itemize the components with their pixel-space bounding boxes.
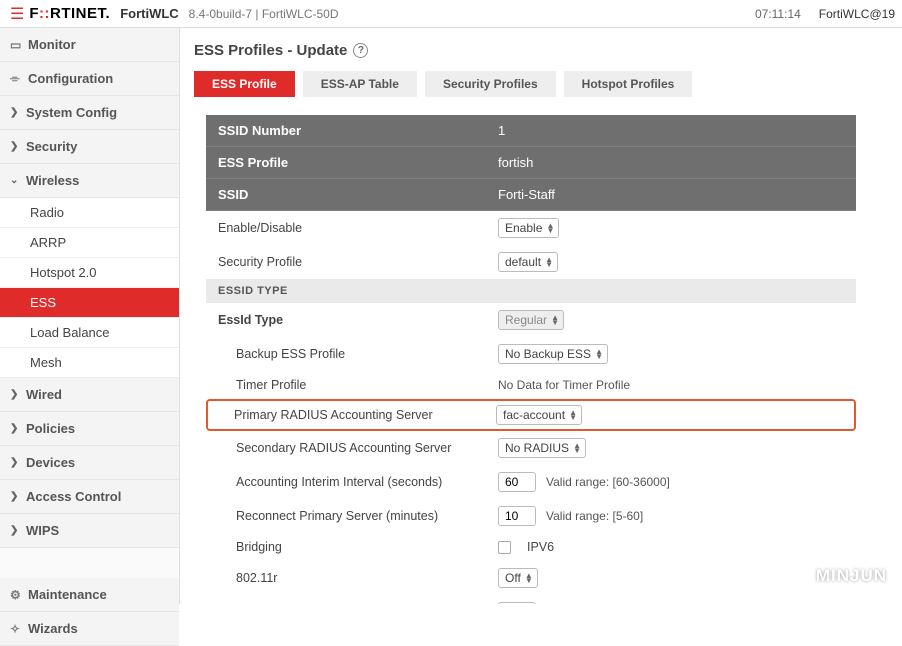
product-name: FortiWLC — [120, 6, 178, 21]
80211r-select[interactable]: Off▲▼ — [498, 568, 538, 588]
updown-icon: ▲▼ — [546, 223, 554, 233]
acct-interval-input[interactable] — [498, 472, 536, 492]
primary-radius-label: Primary RADIUS Accounting Server — [216, 408, 496, 422]
watermark-icon — [790, 566, 810, 586]
ssid-value: Forti-Staff — [498, 187, 844, 202]
chevron-right-icon: ❯ — [10, 525, 26, 536]
nav-wired[interactable]: ❯Wired — [0, 378, 179, 412]
nav-monitor[interactable]: ▭Monitor — [0, 28, 179, 62]
fortinet-logo: F::RTINET. — [29, 5, 110, 22]
essid-type-section: ESSID TYPE — [206, 279, 856, 303]
nav-radio[interactable]: Radio — [0, 198, 179, 228]
updown-icon: ▲▼ — [595, 349, 603, 359]
ess-profile-value: fortish — [498, 155, 844, 170]
gear-icon: ⚙ — [10, 588, 28, 602]
chevron-right-icon: ❯ — [10, 457, 26, 468]
nav-arrp[interactable]: ARRP — [0, 228, 179, 258]
chevron-right-icon: ❯ — [10, 389, 26, 400]
tabs: ESS Profile ESS-AP Table Security Profil… — [194, 71, 882, 97]
help-icon[interactable]: ? — [353, 43, 368, 58]
timer-profile-value: No Data for Timer Profile — [498, 378, 630, 392]
ipv6-checkbox[interactable] — [498, 541, 511, 554]
backup-ess-select[interactable]: No Backup ESS▲▼ — [498, 344, 608, 364]
nav-policies[interactable]: ❯Policies — [0, 412, 179, 446]
nav-wizards[interactable]: ✧Wizards — [0, 612, 179, 646]
enable-label: Enable/Disable — [218, 221, 498, 235]
chevron-down-icon: ⌄ — [10, 175, 26, 186]
wand-icon: ✧ — [10, 622, 28, 636]
watermark: MINJUN — [790, 566, 887, 586]
tab-hotspot-profiles[interactable]: Hotspot Profiles — [564, 71, 693, 97]
nav-hotspot20[interactable]: Hotspot 2.0 — [0, 258, 179, 288]
user-label: FortiWLC@19 — [819, 7, 895, 21]
80211r-label: 802.11r — [218, 571, 498, 585]
updown-icon: ▲▼ — [569, 410, 577, 420]
nav-access-control[interactable]: ❯Access Control — [0, 480, 179, 514]
topbar: ☰ F::RTINET. FortiWLC 8.4-0build-7 | For… — [0, 0, 902, 28]
tab-ess-profile[interactable]: ESS Profile — [194, 71, 295, 97]
backup-ess-label: Backup ESS Profile — [218, 347, 498, 361]
updown-icon: ▲▼ — [525, 573, 533, 583]
secondary-radius-label: Secondary RADIUS Accounting Server — [218, 441, 498, 455]
nav-system-config[interactable]: ❯System Config — [0, 96, 179, 130]
wifi-icon: ⌯ — [10, 71, 28, 86]
chevron-right-icon: ❯ — [10, 423, 26, 434]
primary-radius-row: Primary RADIUS Accounting Serverfac-acco… — [206, 399, 856, 431]
chevron-right-icon: ❯ — [10, 491, 26, 502]
nav-devices[interactable]: ❯Devices — [0, 446, 179, 480]
updown-icon: ▲▼ — [551, 315, 559, 325]
ess-profile-label: ESS Profile — [218, 155, 498, 170]
primary-radius-select[interactable]: fac-account▲▼ — [496, 405, 582, 425]
nav-wireless[interactable]: ⌄Wireless — [0, 164, 179, 198]
timer-profile-label: Timer Profile — [218, 378, 498, 392]
nav-configuration[interactable]: ⌯Configuration — [0, 62, 179, 96]
reconnect-label: Reconnect Primary Server (minutes) — [218, 509, 498, 523]
reconnect-input[interactable] — [498, 506, 536, 526]
chevron-right-icon: ❯ — [10, 107, 26, 118]
secondary-radius-select[interactable]: No RADIUS▲▼ — [498, 438, 586, 458]
essid-type-select: Regular▲▼ — [498, 310, 564, 330]
tab-ess-ap-table[interactable]: ESS-AP Table — [303, 71, 417, 97]
nav-load-balance[interactable]: Load Balance — [0, 318, 179, 348]
nav-security[interactable]: ❯Security — [0, 130, 179, 164]
ssid-label: SSID — [218, 187, 498, 202]
acct-interval-label: Accounting Interim Interval (seconds) — [218, 475, 498, 489]
chevron-right-icon: ❯ — [10, 141, 26, 152]
nav-ess[interactable]: ESS — [0, 288, 179, 318]
nav-maintenance[interactable]: ⚙Maintenance — [0, 578, 179, 612]
menu-icon[interactable]: ☰ — [10, 4, 24, 24]
ipv6-label: IPV6 — [527, 540, 554, 554]
acct-interval-hint: Valid range: [60-36000] — [546, 475, 670, 489]
clock: 07:11:14 — [755, 7, 801, 21]
updown-icon: ▲▼ — [545, 257, 553, 267]
ssid-number-value: 1 — [498, 123, 844, 138]
tab-security-profiles[interactable]: Security Profiles — [425, 71, 556, 97]
nav-mesh[interactable]: Mesh — [0, 348, 179, 378]
ssid-number-label: SSID Number — [218, 123, 498, 138]
monitor-icon: ▭ — [10, 38, 28, 52]
sidebar: ▭Monitor ⌯Configuration ❯System Config ❯… — [0, 28, 180, 604]
page-title: ESS Profiles - Update ? — [194, 42, 882, 59]
updown-icon: ▲▼ — [573, 443, 581, 453]
enable-select[interactable]: Enable▲▼ — [498, 218, 559, 238]
build-info: 8.4-0build-7 | FortiWLC-50D — [189, 7, 339, 21]
form-panel: SSID Number1 ESS Profilefortish SSIDFort… — [206, 115, 856, 604]
security-profile-label: Security Profile — [218, 255, 498, 269]
reconnect-hint: Valid range: [5-60] — [546, 509, 643, 523]
main-content: ESS Profiles - Update ? ESS Profile ESS-… — [180, 28, 902, 604]
bridging-label: Bridging — [218, 540, 498, 554]
nav-wips[interactable]: ❯WIPS — [0, 514, 179, 548]
summary-box: SSID Number1 ESS Profilefortish SSIDFort… — [206, 115, 856, 211]
security-profile-select[interactable]: default▲▼ — [498, 252, 558, 272]
essid-type-label: EssId Type — [218, 313, 498, 327]
